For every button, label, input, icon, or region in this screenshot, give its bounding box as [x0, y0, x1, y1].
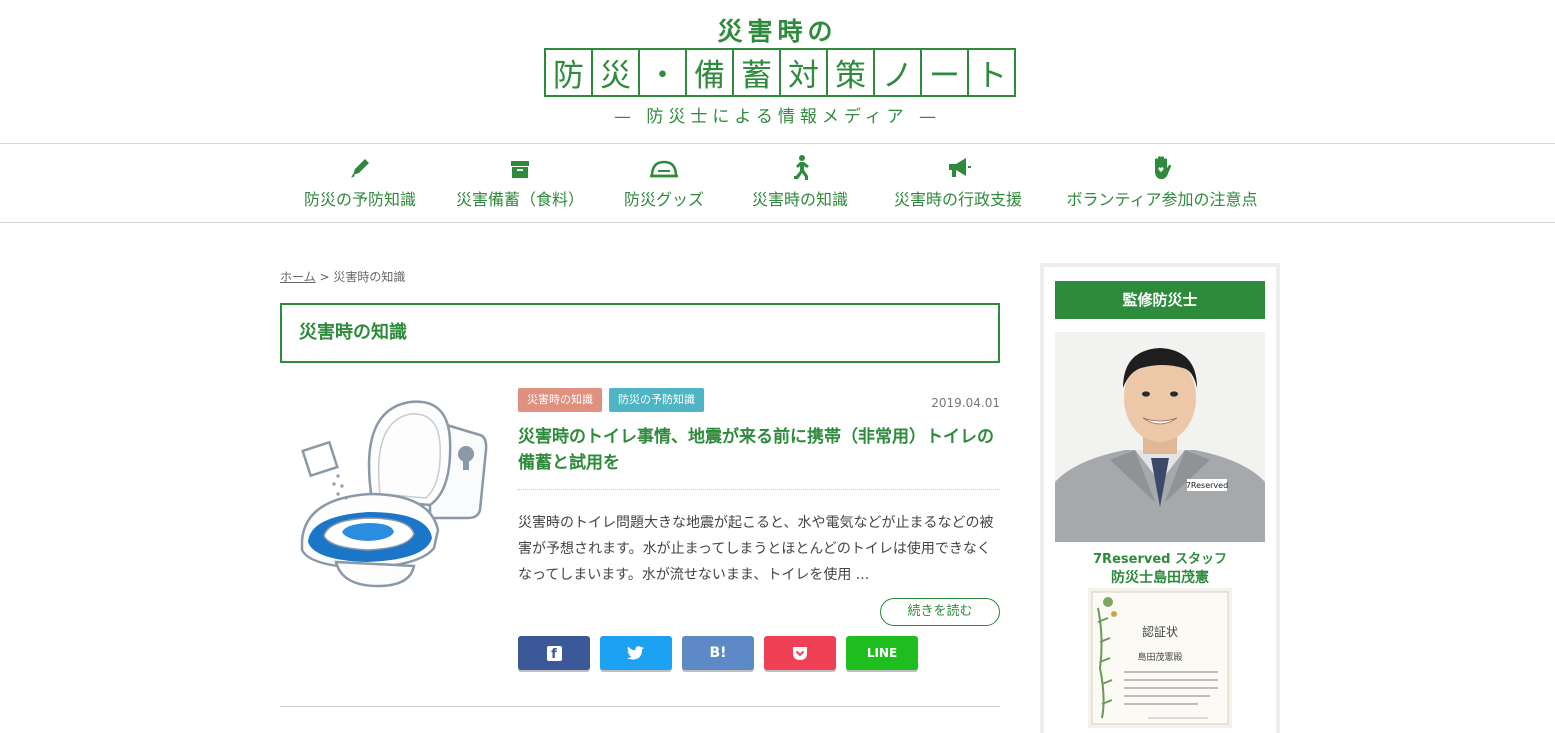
certificate-recipient: 島田茂憲殿 — [1137, 651, 1182, 663]
share-pocket-button[interactable] — [764, 636, 836, 670]
category-title: 災害時の知識 — [280, 303, 1000, 363]
supervisor-affiliation: 7Reserved スタッフ — [1093, 552, 1227, 567]
nav-item-government-support[interactable]: 災害時の行政支援 — [890, 154, 1026, 214]
megaphone-icon — [949, 158, 971, 177]
box-icon — [511, 161, 529, 178]
breadcrumb-current: 災害時の知識 — [333, 270, 406, 284]
logo-char: 対 — [781, 50, 828, 95]
nav-item-disaster-knowledge[interactable]: 災害時の知識 — [750, 154, 850, 214]
main-nav: 防災の予防知識 災害備蓄（食料） 防災グッズ 災害時の知識 災害時の行政支援 ボ… — [0, 144, 1555, 223]
logo-char: ト — [976, 58, 1007, 94]
share-line-button[interactable]: LINE — [846, 636, 918, 670]
article-bottom-divider — [280, 706, 1000, 707]
nav-label: 災害時の行政支援 — [893, 190, 1022, 209]
certificate-image: 認証状 島田茂憲殿 — [1088, 588, 1232, 728]
helmet-icon — [650, 160, 678, 178]
post-date: 2019.04.01 — [931, 396, 1000, 410]
share-facebook-button[interactable]: f — [518, 636, 590, 670]
pocket-icon — [793, 646, 807, 660]
site-header: 災害時の 防 災 ・ 備 蓄 対 策 ノ ー ト — 防災士による情報メディア … — [0, 0, 1555, 144]
uniform-badge-text: 7Reserved — [1186, 481, 1228, 490]
supervisor-photo: 7Reserved — [1055, 332, 1265, 542]
certificate-title: 認証状 — [1142, 624, 1178, 639]
sidebar-heading: 監修防災士 — [1055, 281, 1265, 319]
logo-char: 策 — [828, 50, 875, 95]
logo-char: ー — [922, 50, 969, 95]
logo-char: 防 — [546, 50, 593, 95]
nav-item-food-stock[interactable]: 災害備蓄（食料） — [452, 154, 588, 214]
site-logo[interactable]: 防 災 ・ 備 蓄 対 策 ノ ー ト — [544, 48, 1016, 97]
nav-label: 防災グッズ — [623, 190, 704, 209]
logo-subtitle: — 防災士による情報メディア — — [613, 107, 942, 127]
share-twitter-button[interactable] — [600, 636, 672, 670]
logo-top-text[interactable]: 災害時の — [0, 12, 1555, 48]
nav-item-prevention[interactable]: 防災の予防知識 — [300, 154, 420, 214]
nav-label: 災害時の知識 — [751, 190, 848, 209]
facebook-icon: f — [546, 645, 562, 662]
logo-char: ・ — [640, 50, 687, 95]
nav-label: 防災の予防知識 — [303, 190, 416, 209]
share-hatena-button[interactable]: B! — [682, 636, 754, 670]
logo-char: 備 — [687, 50, 734, 95]
nav-label: 災害備蓄（食料） — [455, 190, 584, 209]
logo-char: 蓄 — [734, 50, 781, 95]
breadcrumb: ホーム > 災害時の知識 — [280, 268, 405, 285]
running-person-icon — [794, 155, 809, 180]
logo-char: 災 — [593, 50, 640, 95]
supervisor-name: 防災士島田茂憲 — [1111, 570, 1209, 586]
read-more-button[interactable]: 続きを読む — [880, 598, 1000, 626]
nav-label: ボランティア参加の注意点 — [1066, 190, 1258, 209]
article-title-link[interactable]: 災害時のトイレ事情、地震が来る前に携帯（非常用）トイレの備蓄と試用を — [518, 424, 1000, 476]
nav-item-goods[interactable]: 防災グッズ — [620, 154, 708, 214]
logo-char: ノ — [875, 50, 922, 95]
article-divider — [518, 489, 1000, 490]
breadcrumb-home-link[interactable]: ホーム — [280, 270, 316, 284]
sidebar-supervisor-widget: 監修防災士 7Reserved 7Reserved スタッフ 防災士島田茂憲 認… — [1040, 263, 1280, 733]
breadcrumb-separator: > — [319, 270, 330, 284]
article-excerpt: 災害時のトイレ問題大きな地震が起こると、水や電気などが止まるなどの被害が予想され… — [518, 515, 994, 583]
nav-item-volunteer[interactable]: ボランティア参加の注意点 — [1062, 154, 1262, 214]
tag-prevention-knowledge[interactable]: 防災の予防知識 — [609, 388, 704, 412]
hand-heart-icon — [1155, 156, 1171, 180]
pen-icon — [351, 159, 369, 178]
tag-disaster-knowledge[interactable]: 災害時の知識 — [518, 388, 602, 412]
toilet-illustration-thumbnail[interactable] — [280, 390, 492, 602]
twitter-icon — [627, 645, 645, 659]
